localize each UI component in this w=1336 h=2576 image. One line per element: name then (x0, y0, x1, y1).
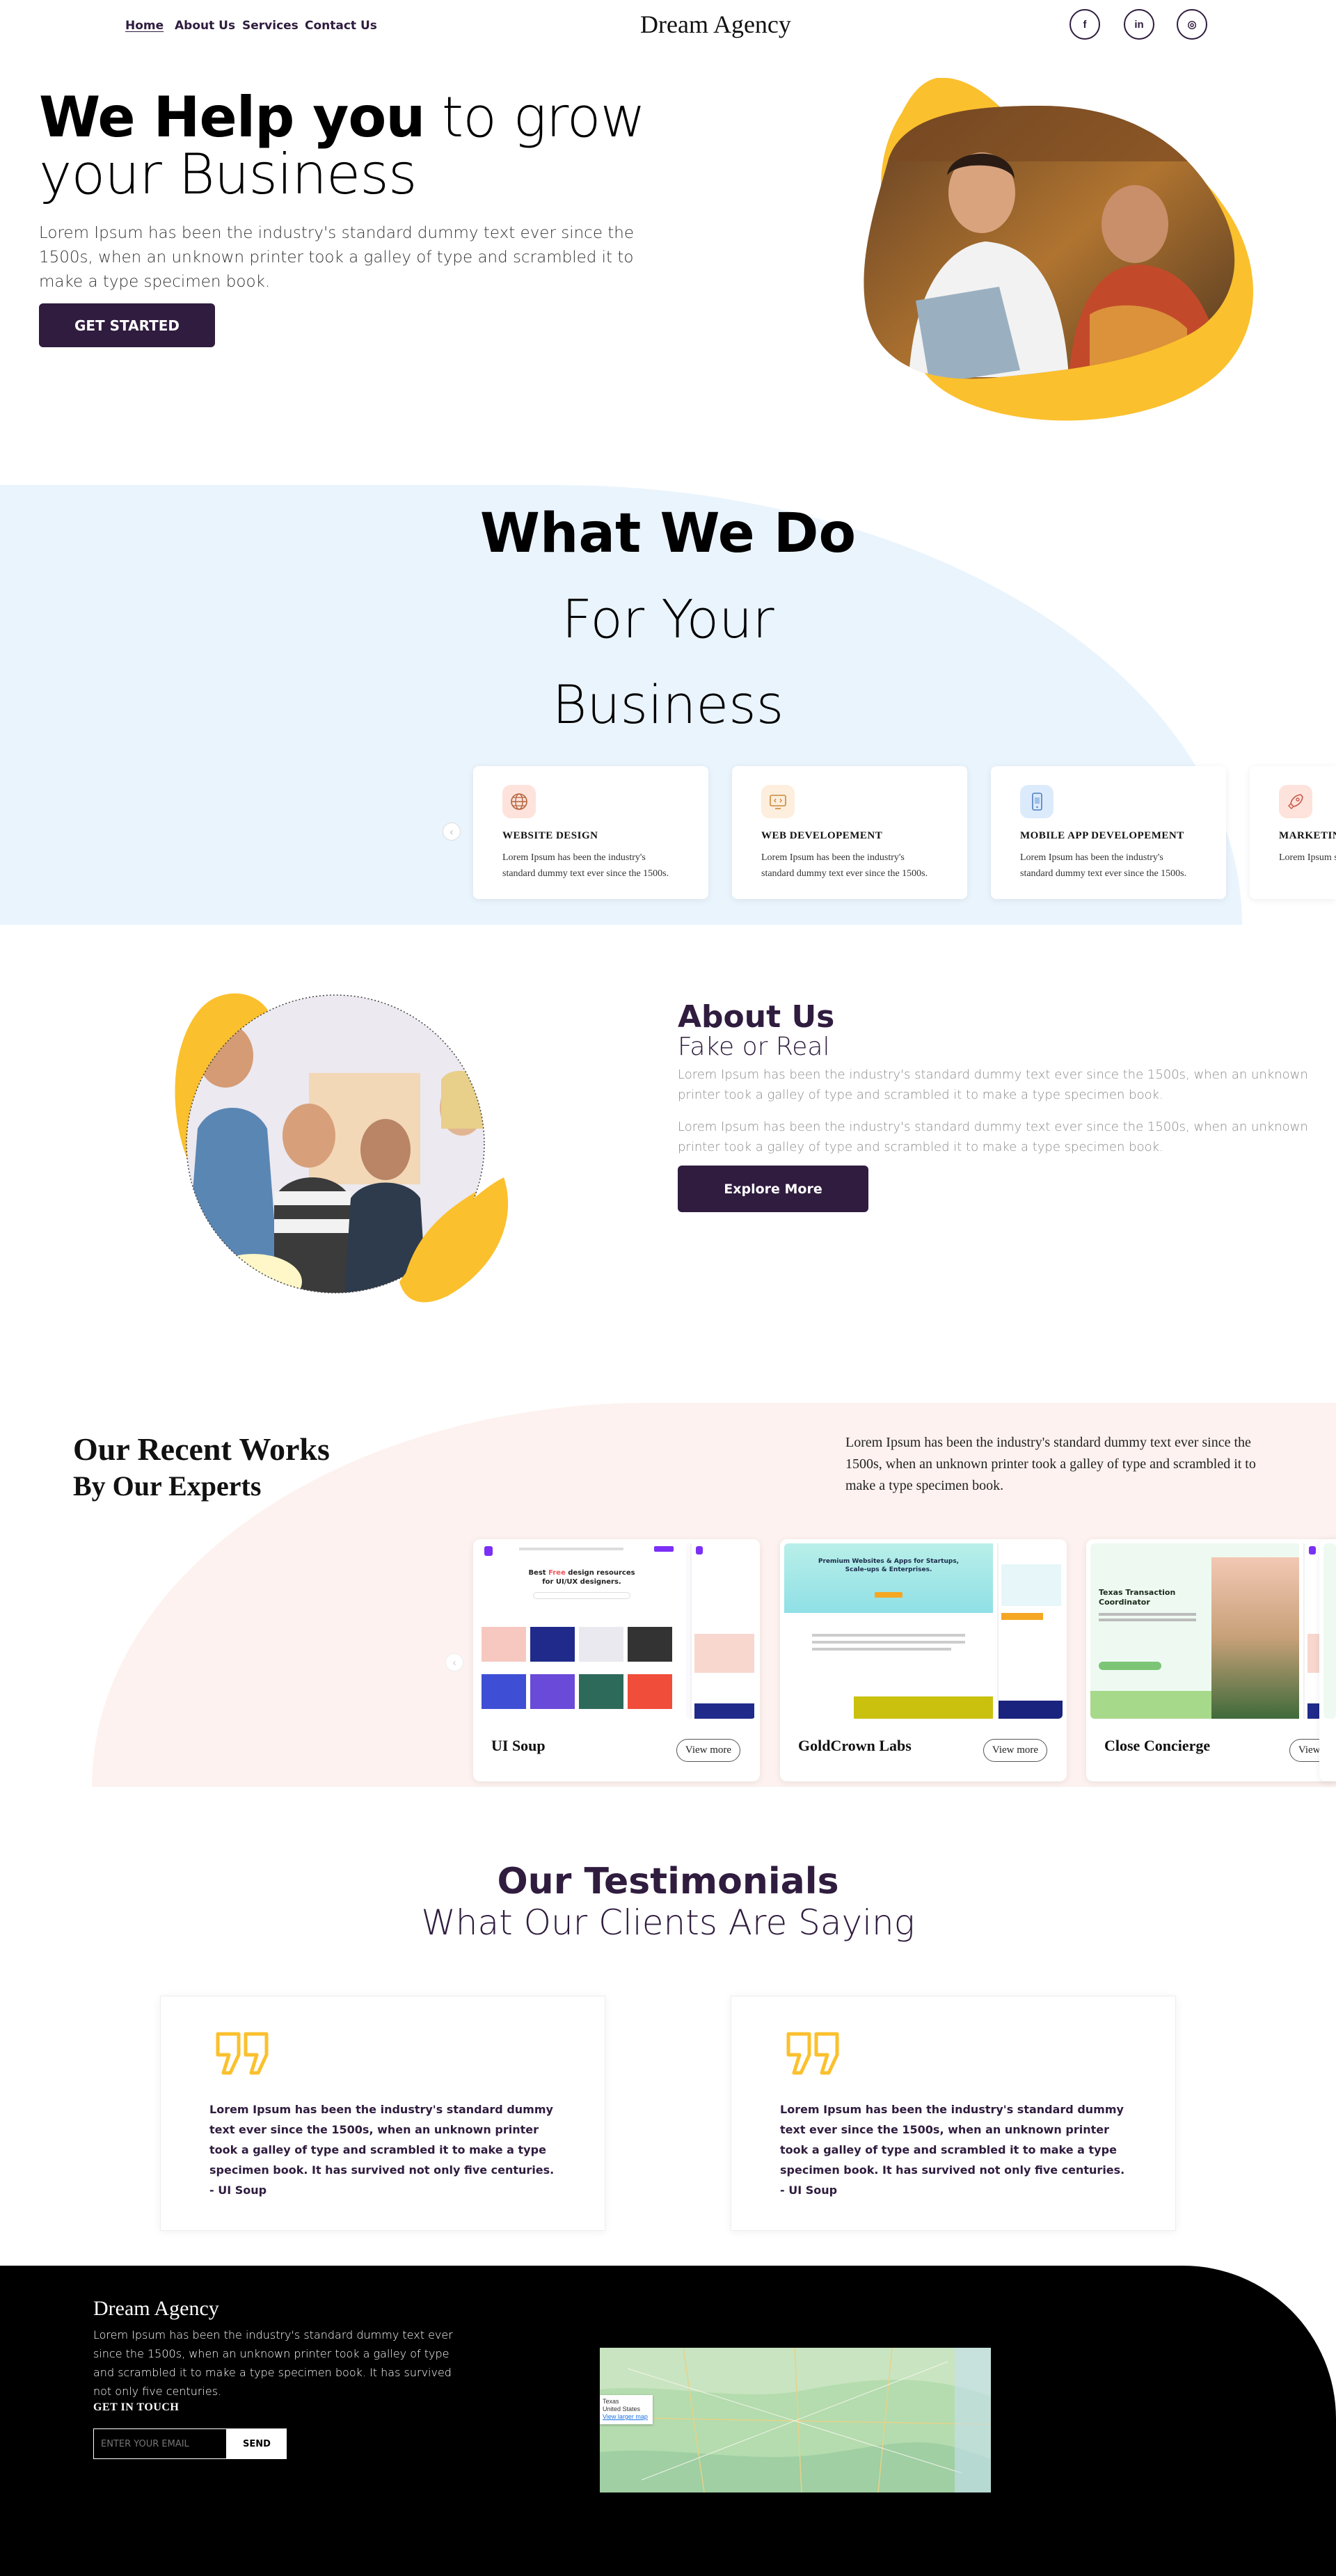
map-info-box: Texas United States View larger map (600, 2395, 653, 2424)
testimonial-author: - UI Soup (780, 2184, 838, 2197)
what-we-do-title: What We Do (479, 502, 857, 565)
monitor-code-icon (761, 785, 795, 818)
nav-services-link[interactable]: Services (242, 19, 299, 33)
about-paragraph-1: Lorem Ipsum has been the industry's stan… (678, 1067, 1308, 1102)
service-card[interactable]: MOBILE APP DEVELOPEMENT Lorem Ipsum has … (991, 766, 1226, 899)
testimonial-card: Lorem Ipsum has been the industry's stan… (731, 1996, 1176, 2231)
service-card-title: WEB DEVELOPEMENT (761, 830, 883, 841)
what-we-do-subtitle-line2: Business (552, 674, 784, 736)
send-button[interactable]: SEND (227, 2428, 287, 2459)
instagram-icon[interactable]: ◎ (1177, 9, 1207, 40)
email-input[interactable] (93, 2428, 227, 2459)
work-thumbnail: Texas Transaction Coordinator (1090, 1543, 1336, 1719)
get-in-touch-label: GET IN TOUCH (93, 2401, 180, 2413)
thumbnail-headline: Premium Websites & Apps for Startups, Sca… (818, 1558, 960, 1573)
quote-icon (215, 2031, 269, 2079)
hero-title-bold: We Help you (39, 85, 425, 150)
explore-more-button[interactable]: Explore More (678, 1166, 868, 1212)
testimonial-quote: Lorem Ipsum has been the industry's stan… (209, 2103, 555, 2177)
facebook-icon[interactable]: f (1069, 9, 1100, 40)
carousel-prev-button[interactable]: ‹ (443, 822, 461, 841)
service-card-title: MOBILE APP DEVELOPEMENT (1020, 830, 1184, 841)
map-country-label: United States (603, 2406, 641, 2412)
hero-title: We Help you to grow your Business (39, 89, 646, 203)
thumbnail-headline: Best Free design resources for UI/UX desi… (528, 1569, 635, 1586)
service-card[interactable]: WEB DEVELOPEMENT Lorem Ipsum has been th… (732, 766, 967, 899)
works-subtitle: By Our Experts (73, 1470, 262, 1502)
quote-icon (786, 2031, 840, 2079)
service-card-desc: Lorem Ipsum standard dum (1279, 852, 1336, 863)
hero-title-rest: to grow (424, 85, 646, 150)
globe-icon (502, 785, 536, 818)
view-larger-map-link[interactable]: View larger map (603, 2413, 650, 2421)
work-card[interactable]: Premium Websites & Apps for Startups, Sca… (780, 1539, 1067, 1781)
view-more-button[interactable]: View more (983, 1739, 1047, 1762)
work-thumbnail: Premium Websites & Apps for Startups, Sca… (784, 1543, 1063, 1719)
testimonial-text: Lorem Ipsum has been the industry's stan… (780, 2099, 1128, 2200)
work-card[interactable] (1319, 1539, 1336, 1781)
work-card[interactable]: Best Free design resources for UI/UX desi… (473, 1539, 760, 1781)
view-more-button[interactable]: View more (676, 1739, 740, 1762)
testimonial-author: - UI Soup (209, 2184, 267, 2197)
service-card-desc: Lorem Ipsum has been the industry's stan… (502, 852, 669, 879)
what-we-do-subtitle-line1: For Your (562, 588, 774, 650)
brand-logo[interactable]: Dream Agency (640, 10, 791, 39)
nav-about-link[interactable]: About Us (175, 19, 235, 33)
service-card[interactable]: WEBSITE DESIGN Lorem Ipsum has been the … (473, 766, 708, 899)
work-card-title: GoldCrown Labs (798, 1737, 912, 1754)
hero-description: Lorem Ipsum has been the industry's stan… (39, 224, 635, 291)
footer-description: Lorem Ipsum has been the industry's stan… (93, 2328, 453, 2398)
testimonial-card: Lorem Ipsum has been the industry's stan… (160, 1996, 605, 2231)
work-card[interactable]: Texas Transaction Coordinator Close Conci… (1086, 1539, 1336, 1781)
testimonials-subtitle: What Our Clients Are Saying (421, 1902, 915, 1943)
hero-image (860, 77, 1257, 424)
nav-contact-link[interactable]: Contact Us (305, 19, 377, 33)
linkedin-icon[interactable]: in (1124, 9, 1154, 40)
work-card-title: Close Concierge (1104, 1737, 1211, 1754)
work-thumbnail: Best Free design resources for UI/UX desi… (477, 1543, 756, 1719)
nav-home-link[interactable]: Home (125, 19, 164, 33)
about-paragraph-2: Lorem Ipsum has been the industry's stan… (678, 1120, 1308, 1154)
testimonials-title: Our Testimonials (497, 1861, 839, 1902)
rocket-icon (1279, 785, 1312, 818)
works-title: Our Recent Works (73, 1431, 330, 1467)
service-card-desc: Lorem Ipsum has been the industry's stan… (761, 852, 928, 879)
map-embed[interactable]: Texas United States View larger map (600, 2348, 991, 2492)
works-prev-button[interactable]: ‹ (445, 1653, 463, 1671)
mobile-icon (1020, 785, 1053, 818)
testimonial-text: Lorem Ipsum has been the industry's stan… (209, 2099, 557, 2200)
works-description: Lorem Ipsum has been the industry's stan… (845, 1435, 1256, 1493)
service-card[interactable]: MARKETIN Lorem Ipsum standard dum (1250, 766, 1336, 899)
get-started-button[interactable]: GET STARTED (39, 303, 215, 347)
about-image (170, 989, 511, 1308)
hero-title-line2: your Business (39, 142, 418, 207)
service-card-desc: Lorem Ipsum has been the industry's stan… (1020, 852, 1187, 879)
service-card-title: WEBSITE DESIGN (502, 830, 598, 841)
map-place-label: Texas (603, 2398, 619, 2405)
thumbnail-headline: Texas Transaction Coordinator (1099, 1588, 1176, 1607)
footer-brand: Dream Agency (93, 2297, 219, 2320)
testimonial-quote: Lorem Ipsum has been the industry's stan… (780, 2103, 1125, 2177)
work-card-title: UI Soup (491, 1737, 546, 1754)
about-subtitle: Fake or Real (678, 1033, 830, 1061)
work-thumbnail (1323, 1543, 1336, 1719)
about-title: About Us (678, 999, 835, 1035)
service-card-title: MARKETIN (1279, 830, 1336, 841)
